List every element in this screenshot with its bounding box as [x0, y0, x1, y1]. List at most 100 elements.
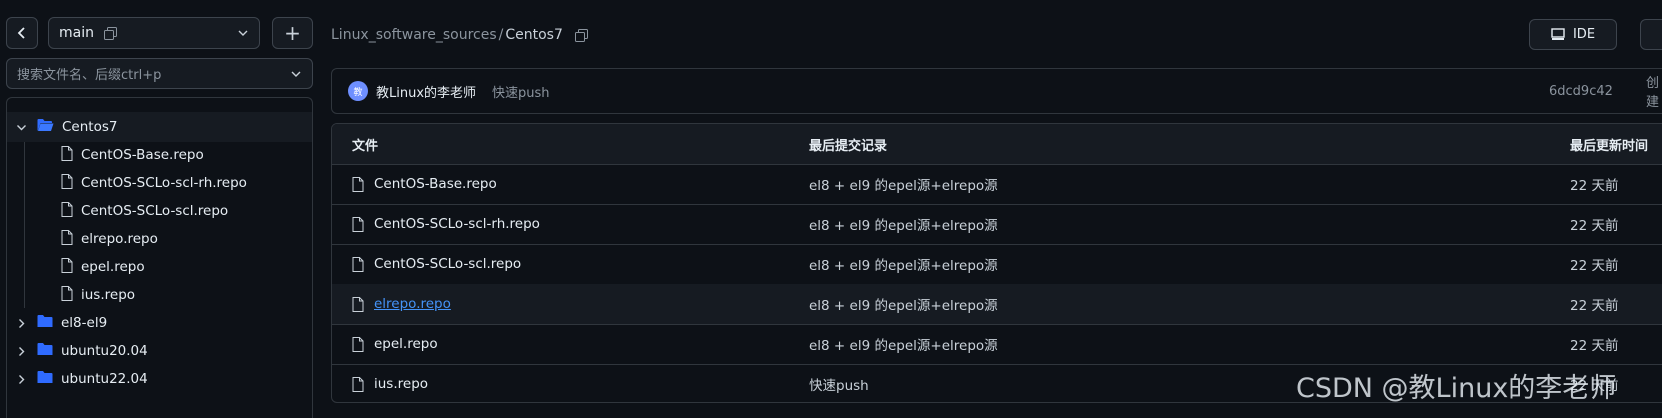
tree-folder-el8-el9[interactable]: el8-el9: [7, 308, 312, 338]
back-button[interactable]: [6, 17, 38, 49]
file-cell: epel.repo: [352, 324, 438, 364]
header-file: 文件: [352, 138, 379, 154]
commit-author[interactable]: 教Linux的李老师: [376, 82, 476, 101]
file-tree: Centos7 CentOS-Base.repo CentOS-SCLo-scl…: [6, 97, 313, 418]
search-placeholder: 搜索文件名、后缀ctrl+p: [17, 68, 162, 83]
copy-icon[interactable]: [103, 26, 117, 40]
file-icon: [352, 256, 364, 272]
more-button[interactable]: [1640, 19, 1662, 50]
table-row[interactable]: CentOS-Base.repo el8 + el9 的epel源+elrepo…: [332, 164, 1662, 205]
file-cell: CentOS-SCLo-scl-rh.repo: [352, 204, 540, 244]
ide-icon: [1551, 28, 1565, 40]
tree-folder-centos7[interactable]: Centos7: [7, 112, 312, 142]
branch-name: main: [59, 25, 94, 41]
updated-time: 22 天前: [1570, 218, 1619, 234]
header-last-updated: 最后更新时间: [1570, 138, 1649, 154]
folder-icon: [37, 342, 53, 360]
file-search-input[interactable]: 搜索文件名、后缀ctrl+p: [6, 58, 313, 89]
chevron-down-icon[interactable]: [11, 122, 31, 133]
commit-message-link[interactable]: el8 + el9 的epel源+elrepo源: [809, 324, 998, 364]
file-icon: [61, 145, 73, 165]
updated-time: 22 天前: [1570, 298, 1619, 314]
table-row[interactable]: elrepo.repo el8 + el9 的epel源+elrepo源 22 …: [332, 284, 1662, 325]
file-name-link[interactable]: CentOS-SCLo-scl.repo: [374, 256, 521, 272]
file-icon: [61, 257, 73, 277]
file-name-link[interactable]: elrepo.repo: [374, 296, 451, 312]
breadcrumb: Linux_software_sources / Centos7: [331, 25, 588, 45]
folder-icon: [37, 370, 53, 388]
table-row[interactable]: CentOS-SCLo-scl.repo el8 + el9 的epel源+el…: [332, 244, 1662, 285]
copy-path-icon[interactable]: [574, 28, 588, 42]
file-icon: [352, 336, 364, 352]
breadcrumb-parent-link[interactable]: Linux_software_sources: [331, 27, 497, 43]
updated-time: 22 天前: [1570, 178, 1619, 194]
file-icon: [352, 216, 364, 232]
table-row[interactable]: CentOS-SCLo-scl-rh.repo el8 + el9 的epel源…: [332, 204, 1662, 245]
commit-message-link[interactable]: el8 + el9 的epel源+elrepo源: [809, 284, 998, 324]
tree-file-centos-sclo-scl[interactable]: CentOS-SCLo-scl.repo: [7, 196, 312, 226]
file-table: 文件 最后提交记录 最后更新时间 CentOS-Base.repo el8 + …: [331, 123, 1662, 403]
file-icon: [352, 376, 364, 392]
file-name-link[interactable]: CentOS-Base.repo: [374, 176, 497, 192]
tree-file-centos-sclo-scl-rh[interactable]: CentOS-SCLo-scl-rh.repo: [7, 168, 312, 198]
file-icon: [352, 176, 364, 192]
tree-item-label: epel.repo: [81, 259, 145, 275]
updated-time: 22 天前: [1570, 258, 1619, 274]
file-icon: [352, 296, 364, 312]
file-icon: [61, 201, 73, 221]
file-name-link[interactable]: ius.repo: [374, 376, 428, 392]
file-icon: [61, 173, 73, 193]
folder-open-icon: [37, 118, 54, 136]
tree-item-label: el8-el9: [61, 315, 108, 331]
commit-hash[interactable]: 6dcd9c42: [1549, 84, 1613, 99]
commit-created: 创建: [1646, 76, 1660, 110]
commit-message-link[interactable]: 快速push: [809, 364, 869, 402]
branch-selector[interactable]: main: [48, 17, 260, 49]
tree-item-label: CentOS-Base.repo: [81, 147, 204, 163]
commit-message[interactable]: 快速push: [492, 82, 550, 101]
plus-icon: +: [284, 21, 301, 45]
header-last-commit: 最后提交记录: [809, 138, 888, 154]
commit-message-link[interactable]: el8 + el9 的epel源+elrepo源: [809, 244, 998, 284]
tree-item-label: Centos7: [62, 119, 118, 135]
tree-file-centos-base[interactable]: CentOS-Base.repo: [7, 140, 312, 170]
tree-item-label: CentOS-SCLo-scl.repo: [81, 203, 229, 219]
tree-file-elrepo[interactable]: elrepo.repo: [7, 224, 312, 254]
latest-commit-bar: 教 教Linux的李老师 快速push 6dcd9c42 创建: [331, 68, 1662, 114]
commit-message-link[interactable]: el8 + el9 的epel源+elrepo源: [809, 164, 998, 204]
chevron-right-icon[interactable]: [11, 346, 31, 357]
chevron-left-icon: [17, 27, 25, 39]
tree-folder-ubuntu22-04[interactable]: ubuntu22.04: [7, 364, 312, 394]
file-cell: ius.repo: [352, 364, 428, 402]
tree-folder-ubuntu20-04[interactable]: ubuntu20.04: [7, 336, 312, 366]
tree-item-label: ius.repo: [81, 287, 136, 303]
chevron-right-icon[interactable]: [11, 318, 31, 329]
file-cell: elrepo.repo: [352, 284, 451, 324]
tree-file-ius[interactable]: ius.repo: [7, 280, 312, 310]
file-name-link[interactable]: CentOS-SCLo-scl-rh.repo: [374, 216, 540, 232]
file-cell: CentOS-SCLo-scl.repo: [352, 244, 521, 284]
chevron-down-icon: [291, 71, 301, 77]
file-icon: [61, 285, 73, 305]
tree-file-epel[interactable]: epel.repo: [7, 252, 312, 282]
updated-time: 22 天前: [1570, 338, 1619, 354]
commit-message-link[interactable]: el8 + el9 的epel源+elrepo源: [809, 204, 998, 244]
tree-item-label: ubuntu22.04: [61, 371, 148, 387]
file-name-link[interactable]: epel.repo: [374, 336, 438, 352]
file-icon: [61, 229, 73, 249]
breadcrumb-current: Centos7: [505, 27, 563, 43]
avatar[interactable]: 教: [348, 81, 368, 101]
table-header: 文件 最后提交记录 最后更新时间: [332, 124, 1662, 165]
chevron-right-icon[interactable]: [11, 374, 31, 385]
ide-button[interactable]: IDE: [1529, 19, 1617, 50]
tree-item-label: elrepo.repo: [81, 231, 158, 247]
add-button[interactable]: +: [272, 17, 313, 49]
breadcrumb-separator: /: [498, 27, 504, 43]
table-row[interactable]: epel.repo el8 + el9 的epel源+elrepo源 22 天前: [332, 324, 1662, 365]
chevron-down-icon: [238, 30, 248, 36]
watermark: CSDN @教Linux的李老师: [1296, 373, 1617, 404]
file-cell: CentOS-Base.repo: [352, 164, 497, 204]
ide-label: IDE: [1572, 27, 1596, 42]
folder-icon: [37, 314, 53, 332]
tree-item-label: ubuntu20.04: [61, 343, 148, 359]
